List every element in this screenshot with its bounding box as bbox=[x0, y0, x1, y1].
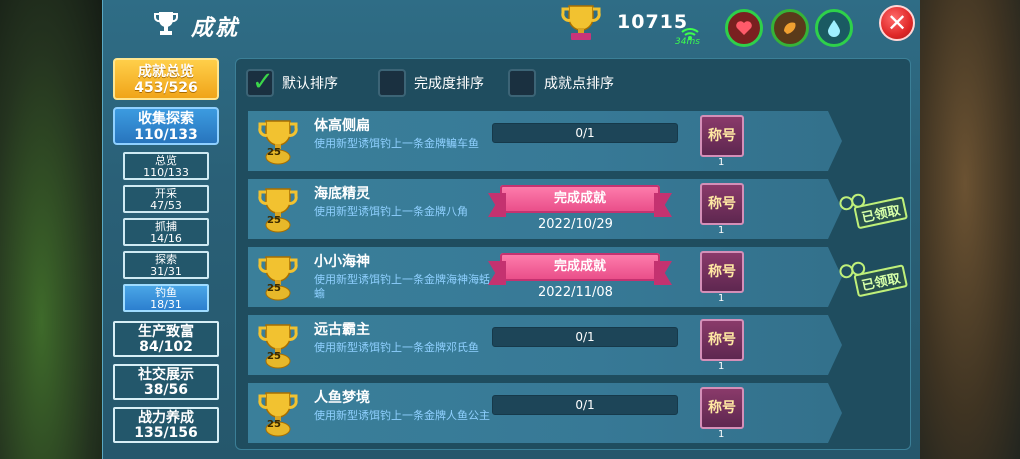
completed-ribbon: 完成成就 bbox=[500, 185, 660, 213]
achievement-name: 海底精灵 bbox=[314, 186, 370, 202]
reward-count: 1 bbox=[718, 225, 725, 236]
achievement-row[interactable]: 25 小小海神 使用新型诱饵钓上一条金牌海神海蛞蝓 完成成就 2022/11/0… bbox=[248, 247, 909, 307]
completed-ribbon: 完成成就 bbox=[500, 253, 660, 281]
page-title: 成就 bbox=[191, 16, 240, 41]
sort-points[interactable]: 成就点排序 bbox=[508, 69, 614, 97]
completion-date: 2022/10/29 bbox=[538, 217, 613, 232]
trophy-icon bbox=[154, 12, 178, 35]
nav-overview-label: 成就总览 bbox=[138, 64, 194, 80]
nav-production[interactable]: 生产致富 84/102 bbox=[113, 321, 219, 357]
nav-sub-capture[interactable]: 抓捕 14/16 bbox=[123, 218, 209, 246]
background-left bbox=[0, 0, 104, 459]
close-button[interactable]: ✕ bbox=[879, 5, 915, 41]
nav-main-count: 135/156 bbox=[134, 425, 198, 441]
nav-main-label: 战力养成 bbox=[138, 410, 194, 426]
achievement-row[interactable]: 25 体高侧扁 使用新型诱饵钓上一条金牌鳊车鱼 0/1 称号 1 bbox=[248, 111, 842, 171]
sort-default-label: 默认排序 bbox=[282, 76, 338, 92]
achievement-desc: 使用新型诱饵钓上一条金牌八角 bbox=[314, 205, 468, 218]
nav-collect[interactable]: 收集探索 110/133 bbox=[113, 107, 219, 145]
sort-default[interactable]: ✓ 默认排序 bbox=[246, 67, 338, 97]
achievement-row[interactable]: 25 人鱼梦境 使用新型诱饵钓上一条金牌人鱼公主 0/1 称号 1 bbox=[248, 383, 842, 443]
achievement-points-cup-icon bbox=[561, 5, 601, 40]
nav-main-label: 社交展示 bbox=[138, 367, 194, 383]
sort-points-label: 成就点排序 bbox=[544, 76, 614, 92]
achievement-desc: 使用新型诱饵钓上一条金牌海神海蛞蝓 bbox=[314, 273, 490, 300]
reward-count: 1 bbox=[718, 361, 725, 372]
close-icon: ✕ bbox=[886, 9, 908, 37]
reward-count: 1 bbox=[718, 429, 725, 440]
title-reward[interactable]: 称号 bbox=[700, 319, 744, 361]
nav-sub-explore[interactable]: 探索 31/31 bbox=[123, 251, 209, 279]
title-reward[interactable]: 称号 bbox=[700, 183, 744, 225]
cup-points: 25 bbox=[267, 147, 281, 158]
nav-sub-mining[interactable]: 开采 47/53 bbox=[123, 185, 209, 213]
achievement-list: ✓ 默认排序 完成度排序 成就点排序 25 体高侧扁 使用新型诱饵钓上一条金牌鳊… bbox=[235, 58, 911, 450]
progress-bar: 0/1 bbox=[492, 123, 678, 143]
drumstick-icon bbox=[784, 22, 796, 34]
achievement-desc: 使用新型诱饵钓上一条金牌鳊车鱼 bbox=[314, 137, 479, 150]
nav-social[interactable]: 社交展示 38/56 bbox=[113, 364, 219, 400]
heart-icon bbox=[736, 21, 752, 35]
health-stat[interactable] bbox=[725, 9, 763, 47]
nav-sub-count: 31/31 bbox=[150, 265, 182, 278]
checkmark-icon: ✓ bbox=[252, 67, 274, 97]
sort-completion-label: 完成度排序 bbox=[414, 76, 484, 92]
row-tail bbox=[828, 315, 842, 375]
header: 成就 10715 34ms ✕ bbox=[103, 0, 921, 48]
water-drop-icon bbox=[828, 20, 840, 37]
achievement-row[interactable]: 25 海底精灵 使用新型诱饵钓上一条金牌八角 完成成就 2022/10/29 称… bbox=[248, 179, 909, 239]
nav-collect-count: 110/133 bbox=[134, 127, 198, 143]
food-stat[interactable] bbox=[771, 9, 809, 47]
progress-bar: 0/1 bbox=[492, 395, 678, 415]
sort-default-checkbox[interactable]: ✓ bbox=[246, 67, 274, 97]
sort-completion[interactable]: 完成度排序 bbox=[378, 69, 484, 97]
nav-sub-count: 14/16 bbox=[150, 232, 182, 245]
nav-overview[interactable]: 成就总览 453/526 bbox=[113, 58, 219, 100]
title-reward[interactable]: 称号 bbox=[700, 115, 744, 157]
achievement-desc: 使用新型诱饵钓上一条金牌邓氏鱼 bbox=[314, 341, 479, 354]
nav-sub-overview[interactable]: 总览 110/133 bbox=[123, 152, 209, 180]
achievement-name: 人鱼梦境 bbox=[314, 390, 370, 406]
ping-text: 34ms bbox=[675, 37, 700, 47]
nav-sub-count: 110/133 bbox=[143, 166, 189, 179]
progress-bar: 0/1 bbox=[492, 327, 678, 347]
sort-completion-checkbox[interactable] bbox=[378, 69, 406, 97]
achievement-name: 远古霸主 bbox=[314, 322, 370, 338]
row-tail bbox=[828, 111, 842, 171]
title-reward[interactable]: 称号 bbox=[700, 387, 744, 429]
cup-points: 25 bbox=[267, 215, 281, 226]
cup-points: 25 bbox=[267, 283, 281, 294]
row-tail bbox=[828, 383, 842, 443]
achievement-name: 小小海神 bbox=[314, 254, 370, 270]
sort-points-checkbox[interactable] bbox=[508, 69, 536, 97]
completion-date: 2022/11/08 bbox=[538, 285, 613, 300]
achievement-name: 体高侧扁 bbox=[314, 118, 370, 134]
nav-sub-count: 18/31 bbox=[150, 298, 182, 311]
nav-collect-label: 收集探索 bbox=[138, 111, 194, 127]
nav-combat[interactable]: 战力养成 135/156 bbox=[113, 407, 219, 443]
nav-main-label: 生产致富 bbox=[138, 324, 194, 340]
claimed-stamp: 已领取 bbox=[833, 250, 911, 302]
achievement-desc: 使用新型诱饵钓上一条金牌人鱼公主 bbox=[314, 409, 490, 422]
nav-sub-fishing[interactable]: 钓鱼 18/31 bbox=[123, 284, 209, 312]
reward-count: 1 bbox=[718, 293, 725, 304]
water-stat[interactable] bbox=[815, 9, 853, 47]
claimed-stamp: 已领取 bbox=[833, 182, 911, 234]
cup-points: 25 bbox=[267, 419, 281, 430]
reward-count: 1 bbox=[718, 157, 725, 168]
nav-main-count: 38/56 bbox=[143, 382, 189, 398]
nav-overview-count: 453/526 bbox=[134, 80, 198, 96]
cup-points: 25 bbox=[267, 351, 281, 362]
background-right bbox=[910, 0, 1020, 459]
nav-sub-count: 47/53 bbox=[150, 199, 182, 212]
achievement-row[interactable]: 25 远古霸主 使用新型诱饵钓上一条金牌邓氏鱼 0/1 称号 1 bbox=[248, 315, 842, 375]
title-reward[interactable]: 称号 bbox=[700, 251, 744, 293]
achievement-panel: 成就 10715 34ms ✕ 成就总览 453/526 收集探索 110/13… bbox=[102, 0, 920, 459]
nav-main-count: 84/102 bbox=[139, 339, 193, 355]
